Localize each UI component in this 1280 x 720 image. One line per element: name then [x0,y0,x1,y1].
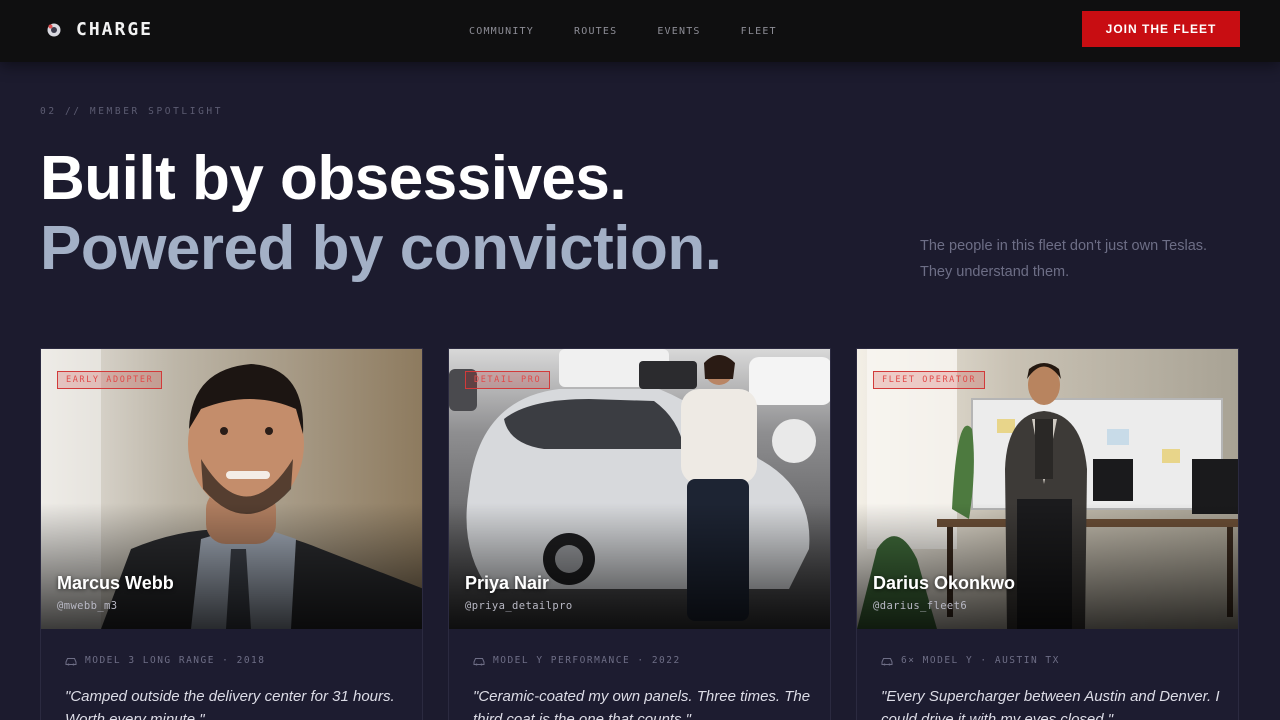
member-vehicle: MODEL 3 LONG RANGE · 2018 [65,655,266,666]
member-card[interactable]: EARLY ADOPTER Marcus Webb @mwebb_m3 MODE… [40,348,423,720]
car-icon [65,657,77,665]
vehicle-label: MODEL 3 LONG RANGE · 2018 [85,655,266,666]
charge-logo-icon [47,23,61,36]
top-nav: CHARGE COMMUNITY ROUTES EVENTS FLEET JOI… [0,0,1280,62]
member-name: Darius Okonkwo [873,573,1016,593]
member-handle[interactable]: @mwebb_m3 [57,600,118,612]
headline-line-1: Built by obsessives. [40,144,627,213]
join-fleet-button[interactable]: JOIN THE FLEET [1082,11,1240,47]
member-handle[interactable]: @priya_detailpro [465,600,573,612]
nav-link-community[interactable]: COMMUNITY [469,26,534,37]
member-quote: "Every Supercharger between Austin and D… [881,688,1220,720]
car-icon [881,657,893,665]
brand-name: CHARGE [76,19,154,40]
member-vehicle: 6× MODEL Y · AUSTIN TX [881,655,1060,666]
headline-line-2: Powered by conviction. [40,214,722,283]
section-eyebrow: 02 // MEMBER SPOTLIGHT [40,106,224,117]
nav-link-fleet[interactable]: FLEET [741,26,777,37]
section-lede: The people in this fleet don't just own … [920,238,1208,280]
nav-link-events[interactable]: EVENTS [657,26,700,37]
member-badge: EARLY ADOPTER [57,371,163,389]
brand-logo[interactable]: CHARGE [44,19,153,40]
member-vehicle: MODEL Y PERFORMANCE · 2022 [473,655,681,666]
member-handle[interactable]: @darius_fleet6 [873,600,967,612]
member-badge: DETAIL PRO [465,371,551,389]
member-photo: FLEET OPERATOR Darius Okonkwo @darius_fl… [857,349,1238,629]
primary-nav: COMMUNITY ROUTES EVENTS FLEET [469,26,817,37]
member-name: Priya Nair [465,573,550,593]
member-quote: "Camped outside the delivery center for … [65,688,395,720]
member-badge: FLEET OPERATOR [873,371,986,389]
member-quote: "Ceramic-coated my own panels. Three tim… [473,688,811,720]
member-card[interactable]: FLEET OPERATOR Darius Okonkwo @darius_fl… [856,348,1239,720]
member-card[interactable]: DETAIL PRO Priya Nair @priya_detailpro M… [448,348,831,720]
vehicle-label: MODEL Y PERFORMANCE · 2022 [493,655,681,666]
car-icon [473,657,485,665]
member-photo: EARLY ADOPTER Marcus Webb @mwebb_m3 [41,349,422,629]
member-photo: DETAIL PRO Priya Nair @priya_detailpro [449,349,830,629]
vehicle-label: 6× MODEL Y · AUSTIN TX [901,655,1060,666]
member-name: Marcus Webb [57,573,174,593]
section-headline: Built by obsessives. Powered by convicti… [40,144,722,284]
nav-link-routes[interactable]: ROUTES [574,26,617,37]
